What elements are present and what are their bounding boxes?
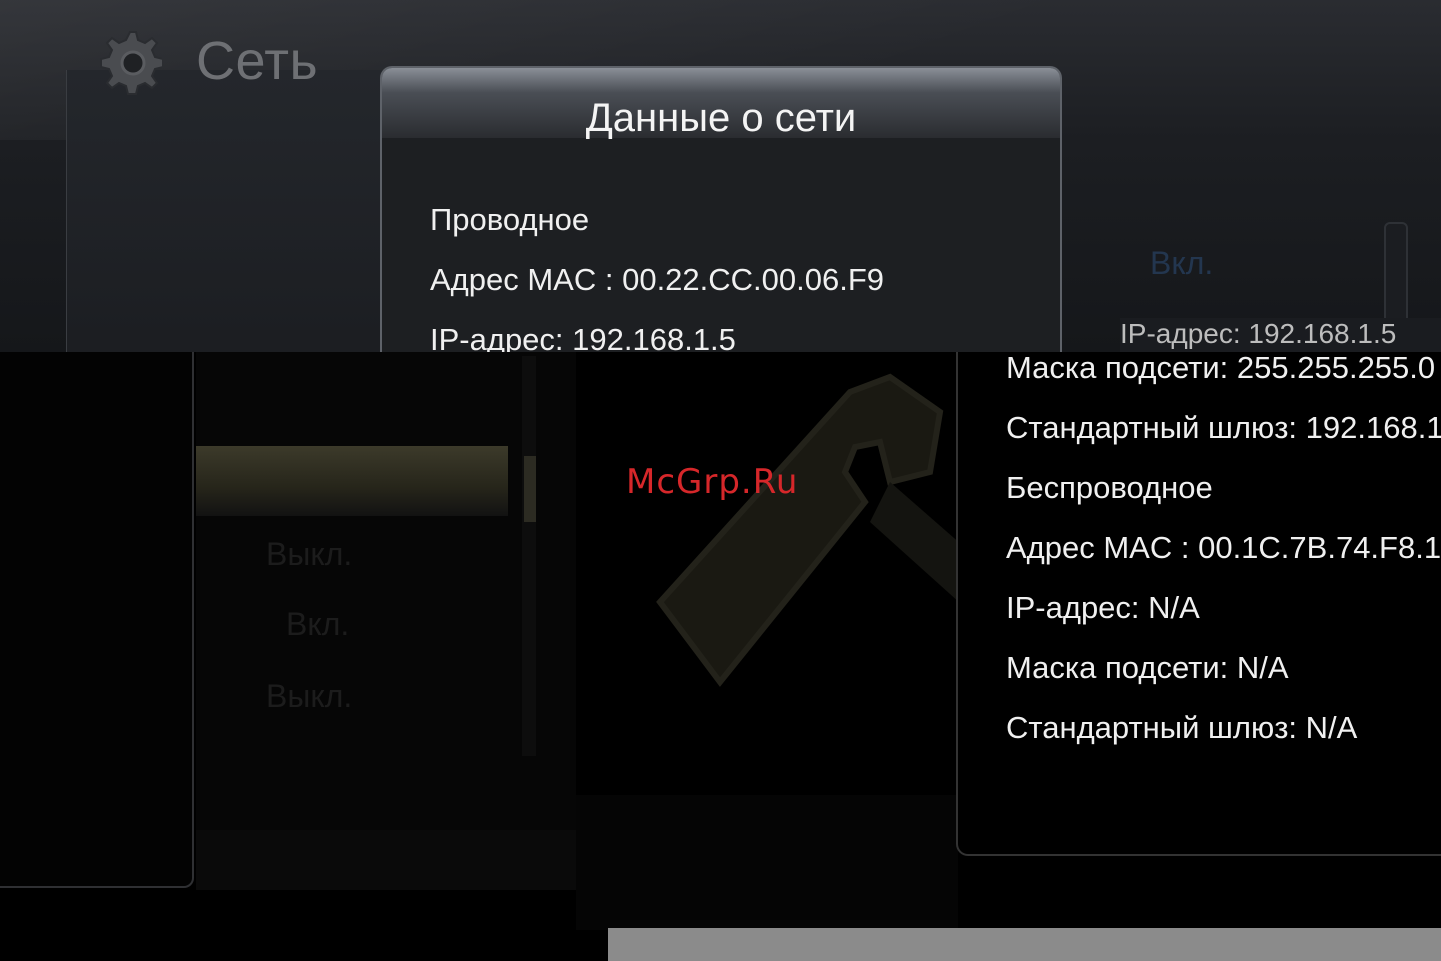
watermark: McGrp.Ru [626, 462, 799, 502]
gear-icon [98, 26, 164, 96]
option-value-3: Выкл. [266, 678, 353, 714]
option-value-1: Выкл. [266, 536, 353, 572]
background-ip-text: IP-адрес: 192.168.1.5 [1120, 318, 1441, 352]
wireless-section-label: Беспроводное [1006, 470, 1213, 505]
bottom-gray-bar [608, 928, 1441, 961]
options-list-panel [196, 352, 576, 832]
wireless-ip-address: IP-адрес: N/A [1006, 590, 1200, 625]
selected-row-highlight[interactable] [196, 446, 508, 516]
wired-section-label: Проводное [430, 202, 590, 237]
dialog-title: Данные о сети [585, 96, 857, 140]
background-settings-panel [66, 70, 397, 352]
page-title: Сеть [196, 31, 319, 91]
wireless-mac-address: Адрес MAC : 00.1C.7B.74.F8.16 [1006, 530, 1441, 565]
wireless-gateway: Стандартный шлюз: N/A [1006, 710, 1358, 745]
network-info-continued: Маска подсети: 255.255.255.0 Стандартный… [956, 350, 1441, 856]
option-value-2: Вкл. [286, 606, 350, 642]
wired-subnet-mask: Маска подсети: 255.255.255.0 [1006, 350, 1436, 385]
middle-band [576, 795, 958, 930]
wired-gateway: Стандартный шлюз: 192.168.1.1 [1006, 410, 1441, 445]
background-option-on: Вкл. [1150, 245, 1214, 281]
scrollbar-thumb[interactable] [524, 456, 536, 522]
wireless-subnet-mask: Маска подсети: N/A [1006, 650, 1289, 685]
wired-mac-address: Адрес MAC : 00.22.CC.00.06.F9 [430, 262, 885, 297]
dialog-header: Данные о сети [382, 68, 1060, 140]
left-frame [0, 352, 194, 888]
wrench-icon [640, 352, 970, 792]
network-info-dialog: Данные о сети Проводное Адрес MAC : 00.2… [380, 66, 1062, 368]
options-scrollbar[interactable] [522, 356, 536, 756]
